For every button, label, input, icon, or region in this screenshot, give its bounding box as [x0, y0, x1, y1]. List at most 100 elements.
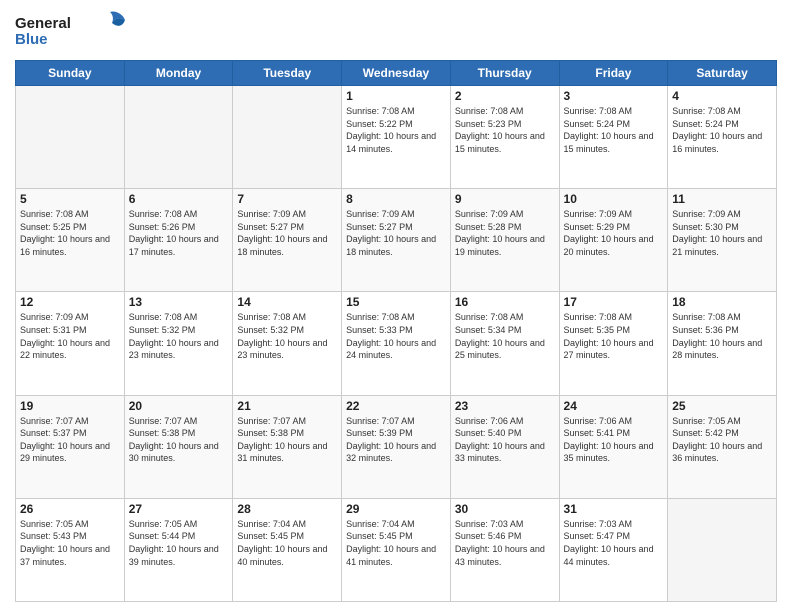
calendar-cell: 11 Sunrise: 7:09 AM Sunset: 5:30 PM Dayl… — [668, 189, 777, 292]
day-number: 17 — [564, 295, 664, 309]
calendar-cell — [233, 86, 342, 189]
calendar-cell: 7 Sunrise: 7:09 AM Sunset: 5:27 PM Dayli… — [233, 189, 342, 292]
cell-info: Sunrise: 7:07 AM Sunset: 5:38 PM Dayligh… — [237, 415, 337, 465]
header: General Blue — [15, 10, 777, 52]
weekday-header-tuesday: Tuesday — [233, 61, 342, 86]
day-number: 7 — [237, 192, 337, 206]
cell-info: Sunrise: 7:08 AM Sunset: 5:32 PM Dayligh… — [237, 311, 337, 361]
cell-info: Sunrise: 7:09 AM Sunset: 5:31 PM Dayligh… — [20, 311, 120, 361]
cell-info: Sunrise: 7:07 AM Sunset: 5:37 PM Dayligh… — [20, 415, 120, 465]
calendar-cell: 10 Sunrise: 7:09 AM Sunset: 5:29 PM Dayl… — [559, 189, 668, 292]
cell-info: Sunrise: 7:08 AM Sunset: 5:34 PM Dayligh… — [455, 311, 555, 361]
calendar-week-5: 26 Sunrise: 7:05 AM Sunset: 5:43 PM Dayl… — [16, 498, 777, 601]
calendar-cell: 9 Sunrise: 7:09 AM Sunset: 5:28 PM Dayli… — [450, 189, 559, 292]
weekday-header-sunday: Sunday — [16, 61, 125, 86]
day-number: 23 — [455, 399, 555, 413]
day-number: 22 — [346, 399, 446, 413]
calendar-cell — [668, 498, 777, 601]
cell-info: Sunrise: 7:05 AM Sunset: 5:43 PM Dayligh… — [20, 518, 120, 568]
weekday-header-row: SundayMondayTuesdayWednesdayThursdayFrid… — [16, 61, 777, 86]
day-number: 10 — [564, 192, 664, 206]
calendar-cell: 17 Sunrise: 7:08 AM Sunset: 5:35 PM Dayl… — [559, 292, 668, 395]
calendar-cell: 2 Sunrise: 7:08 AM Sunset: 5:23 PM Dayli… — [450, 86, 559, 189]
calendar-week-4: 19 Sunrise: 7:07 AM Sunset: 5:37 PM Dayl… — [16, 395, 777, 498]
calendar-cell: 31 Sunrise: 7:03 AM Sunset: 5:47 PM Dayl… — [559, 498, 668, 601]
day-number: 16 — [455, 295, 555, 309]
day-number: 21 — [237, 399, 337, 413]
cell-info: Sunrise: 7:08 AM Sunset: 5:24 PM Dayligh… — [564, 105, 664, 155]
cell-info: Sunrise: 7:04 AM Sunset: 5:45 PM Dayligh… — [346, 518, 446, 568]
calendar-cell — [16, 86, 125, 189]
weekday-header-thursday: Thursday — [450, 61, 559, 86]
day-number: 25 — [672, 399, 772, 413]
calendar-cell: 20 Sunrise: 7:07 AM Sunset: 5:38 PM Dayl… — [124, 395, 233, 498]
calendar-cell: 14 Sunrise: 7:08 AM Sunset: 5:32 PM Dayl… — [233, 292, 342, 395]
cell-info: Sunrise: 7:08 AM Sunset: 5:23 PM Dayligh… — [455, 105, 555, 155]
day-number: 13 — [129, 295, 229, 309]
cell-info: Sunrise: 7:08 AM Sunset: 5:36 PM Dayligh… — [672, 311, 772, 361]
day-number: 27 — [129, 502, 229, 516]
cell-info: Sunrise: 7:09 AM Sunset: 5:30 PM Dayligh… — [672, 208, 772, 258]
cell-info: Sunrise: 7:08 AM Sunset: 5:33 PM Dayligh… — [346, 311, 446, 361]
cell-info: Sunrise: 7:09 AM Sunset: 5:29 PM Dayligh… — [564, 208, 664, 258]
calendar-cell: 24 Sunrise: 7:06 AM Sunset: 5:41 PM Dayl… — [559, 395, 668, 498]
calendar-cell: 15 Sunrise: 7:08 AM Sunset: 5:33 PM Dayl… — [342, 292, 451, 395]
calendar-cell: 28 Sunrise: 7:04 AM Sunset: 5:45 PM Dayl… — [233, 498, 342, 601]
day-number: 2 — [455, 89, 555, 103]
calendar-cell: 8 Sunrise: 7:09 AM Sunset: 5:27 PM Dayli… — [342, 189, 451, 292]
calendar-cell: 22 Sunrise: 7:07 AM Sunset: 5:39 PM Dayl… — [342, 395, 451, 498]
cell-info: Sunrise: 7:04 AM Sunset: 5:45 PM Dayligh… — [237, 518, 337, 568]
day-number: 8 — [346, 192, 446, 206]
day-number: 30 — [455, 502, 555, 516]
cell-info: Sunrise: 7:09 AM Sunset: 5:27 PM Dayligh… — [237, 208, 337, 258]
day-number: 6 — [129, 192, 229, 206]
calendar-cell: 12 Sunrise: 7:09 AM Sunset: 5:31 PM Dayl… — [16, 292, 125, 395]
calendar-cell: 16 Sunrise: 7:08 AM Sunset: 5:34 PM Dayl… — [450, 292, 559, 395]
weekday-header-wednesday: Wednesday — [342, 61, 451, 86]
weekday-header-saturday: Saturday — [668, 61, 777, 86]
calendar-cell: 29 Sunrise: 7:04 AM Sunset: 5:45 PM Dayl… — [342, 498, 451, 601]
page: General Blue SundayMondayTuesdayWednesda… — [0, 0, 792, 612]
cell-info: Sunrise: 7:07 AM Sunset: 5:38 PM Dayligh… — [129, 415, 229, 465]
calendar-week-2: 5 Sunrise: 7:08 AM Sunset: 5:25 PM Dayli… — [16, 189, 777, 292]
cell-info: Sunrise: 7:03 AM Sunset: 5:46 PM Dayligh… — [455, 518, 555, 568]
day-number: 12 — [20, 295, 120, 309]
day-number: 31 — [564, 502, 664, 516]
day-number: 9 — [455, 192, 555, 206]
calendar-cell: 27 Sunrise: 7:05 AM Sunset: 5:44 PM Dayl… — [124, 498, 233, 601]
weekday-header-friday: Friday — [559, 61, 668, 86]
day-number: 15 — [346, 295, 446, 309]
cell-info: Sunrise: 7:08 AM Sunset: 5:32 PM Dayligh… — [129, 311, 229, 361]
cell-info: Sunrise: 7:08 AM Sunset: 5:24 PM Dayligh… — [672, 105, 772, 155]
svg-text:General: General — [15, 15, 71, 32]
cell-info: Sunrise: 7:03 AM Sunset: 5:47 PM Dayligh… — [564, 518, 664, 568]
cell-info: Sunrise: 7:08 AM Sunset: 5:22 PM Dayligh… — [346, 105, 446, 155]
calendar-cell: 23 Sunrise: 7:06 AM Sunset: 5:40 PM Dayl… — [450, 395, 559, 498]
cell-info: Sunrise: 7:09 AM Sunset: 5:27 PM Dayligh… — [346, 208, 446, 258]
day-number: 29 — [346, 502, 446, 516]
day-number: 20 — [129, 399, 229, 413]
calendar-cell: 19 Sunrise: 7:07 AM Sunset: 5:37 PM Dayl… — [16, 395, 125, 498]
day-number: 18 — [672, 295, 772, 309]
calendar-week-1: 1 Sunrise: 7:08 AM Sunset: 5:22 PM Dayli… — [16, 86, 777, 189]
calendar-cell: 6 Sunrise: 7:08 AM Sunset: 5:26 PM Dayli… — [124, 189, 233, 292]
calendar-cell: 13 Sunrise: 7:08 AM Sunset: 5:32 PM Dayl… — [124, 292, 233, 395]
cell-info: Sunrise: 7:05 AM Sunset: 5:44 PM Dayligh… — [129, 518, 229, 568]
calendar-cell: 25 Sunrise: 7:05 AM Sunset: 5:42 PM Dayl… — [668, 395, 777, 498]
cell-info: Sunrise: 7:06 AM Sunset: 5:40 PM Dayligh… — [455, 415, 555, 465]
day-number: 14 — [237, 295, 337, 309]
day-number: 19 — [20, 399, 120, 413]
cell-info: Sunrise: 7:08 AM Sunset: 5:25 PM Dayligh… — [20, 208, 120, 258]
day-number: 24 — [564, 399, 664, 413]
day-number: 3 — [564, 89, 664, 103]
calendar-week-3: 12 Sunrise: 7:09 AM Sunset: 5:31 PM Dayl… — [16, 292, 777, 395]
day-number: 28 — [237, 502, 337, 516]
cell-info: Sunrise: 7:08 AM Sunset: 5:26 PM Dayligh… — [129, 208, 229, 258]
calendar-cell: 18 Sunrise: 7:08 AM Sunset: 5:36 PM Dayl… — [668, 292, 777, 395]
logo: General Blue — [15, 10, 125, 52]
generalblue-logo: General Blue — [15, 10, 125, 52]
day-number: 1 — [346, 89, 446, 103]
svg-text:Blue: Blue — [15, 31, 48, 48]
calendar-cell — [124, 86, 233, 189]
calendar-cell: 21 Sunrise: 7:07 AM Sunset: 5:38 PM Dayl… — [233, 395, 342, 498]
